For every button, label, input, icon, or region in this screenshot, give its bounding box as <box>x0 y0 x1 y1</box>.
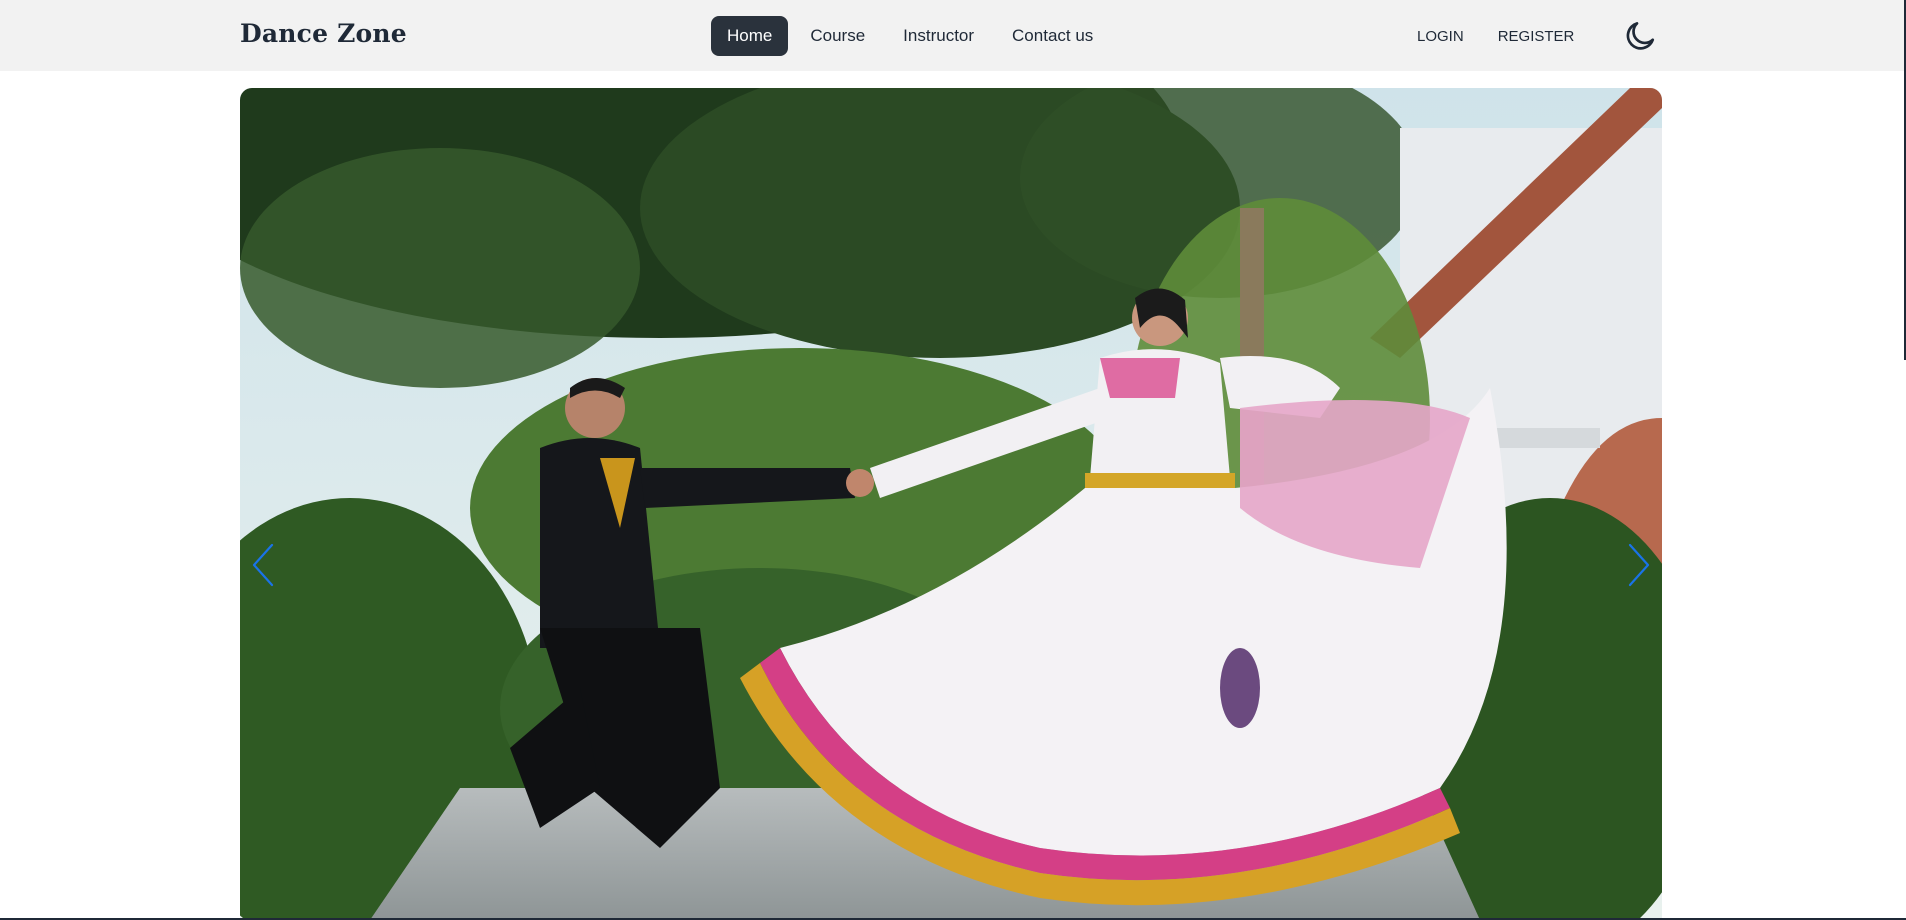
nav-links: Home Course Instructor Contact us <box>711 16 1109 56</box>
moon-icon <box>1626 22 1655 50</box>
nav-item-contact-us[interactable]: Contact us <box>996 16 1109 56</box>
register-link[interactable]: REGISTER <box>1484 16 1589 56</box>
navbar: Dance Zone Home Course Instructor Contac… <box>0 0 1906 71</box>
hero-image <box>240 88 1662 920</box>
auth-links: LOGIN REGISTER <box>1403 16 1588 56</box>
chevron-right-icon <box>1628 543 1650 587</box>
carousel-next-button[interactable] <box>1624 540 1654 590</box>
login-link[interactable]: LOGIN <box>1403 16 1478 56</box>
nav-item-instructor[interactable]: Instructor <box>887 16 990 56</box>
theme-toggle-button[interactable] <box>1620 16 1660 56</box>
nav-item-home[interactable]: Home <box>711 16 789 56</box>
nav-item-course[interactable]: Course <box>794 16 881 56</box>
hero-carousel <box>240 88 1662 920</box>
carousel-prev-button[interactable] <box>248 540 278 590</box>
brand-logo[interactable]: Dance Zone <box>240 19 407 48</box>
chevron-left-icon <box>252 543 274 587</box>
